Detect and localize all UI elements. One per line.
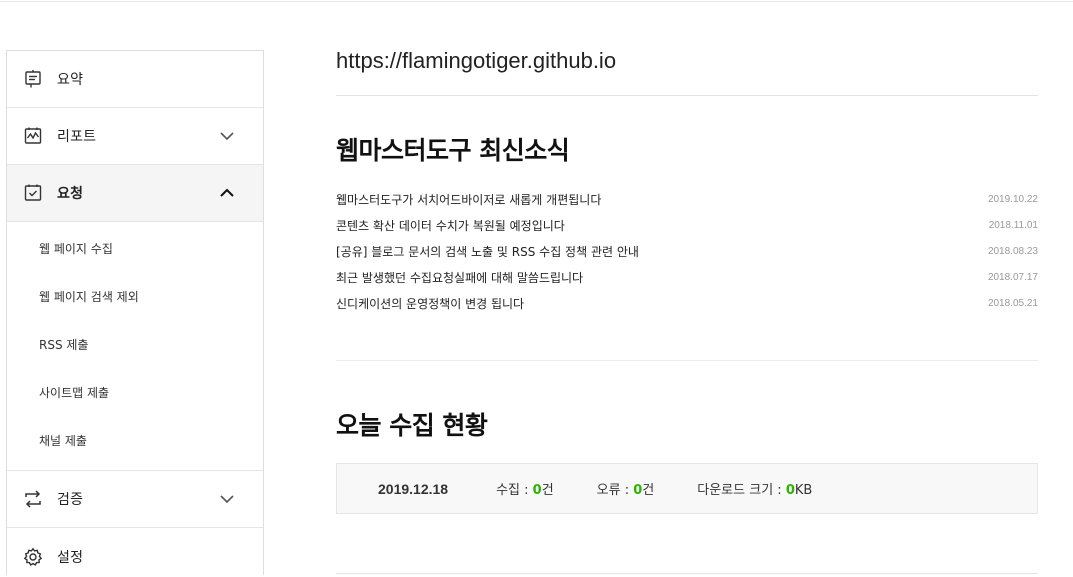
sidebar-item-request[interactable]: 요청 (7, 165, 263, 222)
error-value: 0 (633, 483, 643, 498)
gear-icon (23, 547, 43, 567)
error-unit: 건 (642, 483, 655, 498)
chevron-down-icon[interactable] (219, 491, 235, 507)
top-divider (0, 0, 1073, 2)
sidebar-item-label: 요약 (57, 72, 84, 88)
sidebar-item-settings[interactable]: 설정 (7, 528, 263, 577)
today-stats-box: 2019.12.18 수집 : 0건 오류 : 0건 다운로드 크기 : 0KB (336, 463, 1038, 514)
download-stat: 다운로드 크기 : 0KB (697, 479, 812, 498)
sidebar-item-label: 설정 (57, 549, 84, 566)
stats-date: 2019.12.18 (378, 480, 449, 497)
collect-stat: 수집 : 0건 (496, 479, 554, 498)
main-content: https://flamingotiger.github.io 웹마스터도구 최… (336, 40, 1038, 514)
subnav-item-rss-submit[interactable]: RSS 제출 (7, 320, 263, 368)
sidebar-item-label: 리포트 (57, 129, 97, 145)
request-icon (23, 183, 43, 203)
summary-icon (23, 69, 43, 89)
news-title-link[interactable]: 최근 발생했던 수집요청실패에 대해 말씀드립니다 (336, 269, 583, 286)
news-title-link[interactable]: 웹마스터도구가 서치어드바이저로 새롭게 개편됩니다 (336, 191, 601, 208)
sidebar-item-verify[interactable]: 검증 (7, 471, 263, 528)
sidebar-item-label: 검증 (57, 492, 84, 508)
list-item: [공유] 블로그 문서의 검색 노출 및 RSS 수집 정책 관련 안내 201… (336, 238, 1038, 264)
news-title-link[interactable]: 신디케이션의 운영정책이 변경 됩니다 (336, 295, 524, 312)
request-subnav: 웹 페이지 수집 웹 페이지 검색 제외 RSS 제출 사이트맵 제출 채널 제… (7, 222, 263, 471)
error-stat: 오류 : 0건 (597, 479, 655, 498)
subnav-item-sitemap-submit[interactable]: 사이트맵 제출 (7, 368, 263, 416)
download-unit: KB (794, 483, 813, 498)
site-url: https://flamingotiger.github.io (336, 40, 1038, 96)
error-label: 오류 : (596, 483, 634, 498)
chevron-up-icon[interactable] (219, 185, 235, 201)
news-title-link[interactable]: 콘텐츠 확산 데이터 수치가 복원될 예정입니다 (336, 217, 565, 234)
subnav-item-web-page-exclude[interactable]: 웹 페이지 검색 제외 (7, 272, 263, 320)
sidebar-item-summary[interactable]: 요약 (7, 51, 263, 108)
news-section-title: 웹마스터도구 최신소식 (336, 136, 570, 165)
today-section-title: 오늘 수집 현황 (336, 411, 488, 440)
chevron-down-icon[interactable] (219, 128, 235, 144)
download-label: 다운로드 크기 : (697, 483, 786, 498)
subnav-item-web-page-collect[interactable]: 웹 페이지 수집 (7, 224, 263, 272)
news-date: 2018.11.01 (988, 219, 1038, 231)
sidebar-item-report[interactable]: 리포트 (7, 108, 263, 165)
collect-label: 수집 : (496, 483, 533, 498)
news-date: 2019.10.22 (987, 193, 1038, 205)
news-list: 웹마스터도구가 서치어드바이저로 새롭게 개편됩니다 2019.10.22 콘텐… (336, 186, 1038, 316)
verify-icon (23, 489, 43, 509)
news-date: 2018.08.23 (987, 245, 1038, 257)
sidebar: 요약 리포트 요청 웹 페이지 수집 웹 페이지 검색 제외 RSS 제출 사이… (6, 50, 264, 575)
subnav-item-channel-submit[interactable]: 채널 제출 (7, 416, 263, 464)
report-icon (23, 126, 43, 146)
collect-value: 0 (532, 483, 542, 498)
collect-unit: 건 (541, 483, 554, 498)
list-item: 웹마스터도구가 서치어드바이저로 새롭게 개편됩니다 2019.10.22 (336, 186, 1038, 212)
list-item: 신디케이션의 운영정책이 변경 됩니다 2018.05.21 (336, 290, 1038, 316)
list-item: 콘텐츠 확산 데이터 수치가 복원될 예정입니다 2018.11.01 (336, 212, 1038, 238)
list-item: 최근 발생했던 수집요청실패에 대해 말씀드립니다 2018.07.17 (336, 264, 1038, 290)
section-divider (336, 360, 1038, 361)
sidebar-item-label: 요청 (57, 186, 84, 202)
bottom-divider (336, 573, 1038, 574)
download-value: 0 (785, 483, 795, 498)
news-date: 2018.05.21 (987, 297, 1038, 309)
news-title-link[interactable]: [공유] 블로그 문서의 검색 노출 및 RSS 수집 정책 관련 안내 (336, 243, 639, 260)
news-date: 2018.07.17 (987, 271, 1038, 283)
